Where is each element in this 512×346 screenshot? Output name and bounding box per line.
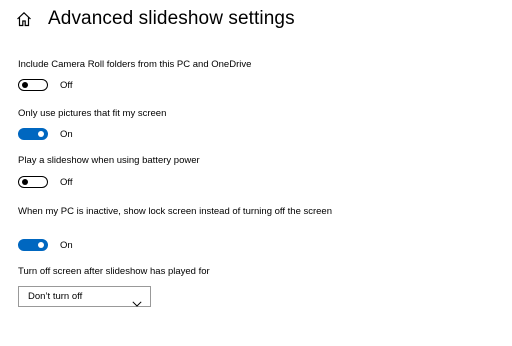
- chevron-down-icon: [132, 294, 142, 307]
- setting-label-battery: Play a slideshow when using battery powe…: [18, 155, 200, 166]
- setting-label-camera-roll: Include Camera Roll folders from this PC…: [18, 59, 252, 70]
- dropdown-selected-value: Don’t turn off: [28, 291, 83, 302]
- toggle-state-label: Off: [60, 79, 73, 91]
- battery-slideshow-toggle[interactable]: [18, 176, 48, 188]
- page-title: Advanced slideshow settings: [48, 8, 295, 29]
- setting-label-lock-screen: When my PC is inactive, show lock screen…: [18, 206, 333, 217]
- home-icon[interactable]: [16, 11, 32, 27]
- toggle-state-label: On: [60, 239, 73, 251]
- toggle-knob: [22, 179, 28, 185]
- toggle-knob: [38, 242, 44, 248]
- toggle-row-lock-screen: On: [18, 238, 73, 252]
- page-header: Advanced slideshow settings: [16, 6, 295, 32]
- toggle-row-battery: Off: [18, 175, 73, 189]
- fit-screen-toggle[interactable]: [18, 128, 48, 140]
- setting-label-screen-off: Turn off screen after slideshow has play…: [18, 266, 210, 277]
- toggle-knob: [22, 82, 28, 88]
- toggle-state-label: On: [60, 128, 73, 140]
- toggle-knob: [38, 131, 44, 137]
- toggle-row-camera-roll: Off: [18, 78, 73, 92]
- setting-label-fit-screen: Only use pictures that fit my screen: [18, 108, 167, 119]
- screen-off-dropdown[interactable]: Don’t turn off: [18, 286, 151, 307]
- lock-screen-toggle[interactable]: [18, 239, 48, 251]
- toggle-state-label: Off: [60, 176, 73, 188]
- toggle-row-fit-screen: On: [18, 127, 73, 141]
- camera-roll-toggle[interactable]: [18, 79, 48, 91]
